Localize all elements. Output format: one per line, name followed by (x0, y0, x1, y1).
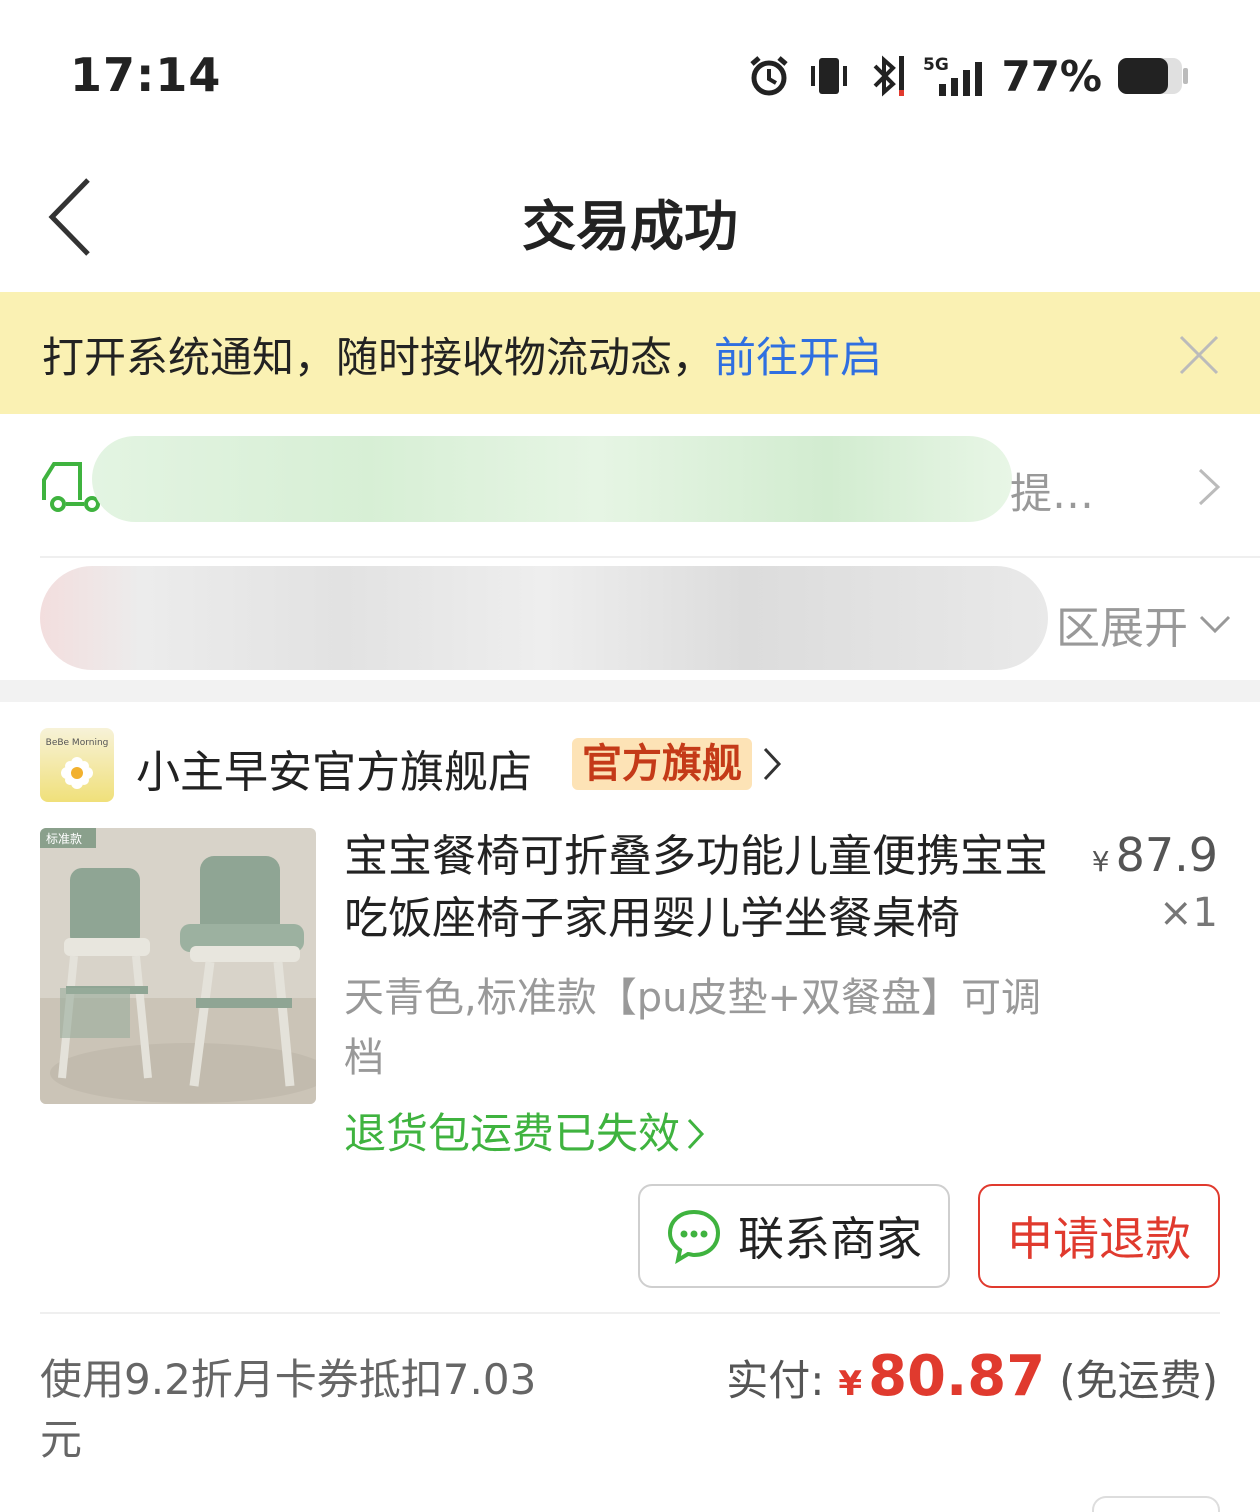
close-icon[interactable] (1178, 334, 1220, 376)
chevron-right-icon (1198, 468, 1221, 506)
paid-total: 实付: ¥80.87 (免运费) (726, 1344, 1218, 1409)
vibrate-icon (811, 58, 848, 94)
chevron-down-icon (1199, 615, 1231, 634)
status-bar: 17:14 5G 77% (0, 0, 1260, 150)
price-symbol: ¥ (1091, 845, 1110, 878)
section-gap (0, 680, 1260, 702)
return-note-text: 退货包运费已失效 (344, 1109, 681, 1158)
product-title[interactable]: 宝宝餐椅可折叠多功能儿童便携宝宝吃饭座椅子家用婴儿学坐餐桌椅 (344, 826, 1054, 950)
paid-amount: ¥80.87 (838, 1344, 1045, 1409)
notification-banner: 打开系统通知，随时接收物流动态，前往开启 (0, 292, 1260, 414)
chevron-right-icon (687, 1118, 705, 1150)
contact-seller-label: 联系商家 (738, 1212, 922, 1266)
notice-text: 打开系统通知，随时接收物流动态，前往开启 (42, 324, 882, 385)
request-refund-button[interactable]: 申请退款 (978, 1184, 1220, 1288)
product-price: ¥87.9 (1092, 828, 1218, 882)
store-logo[interactable]: BeBe Morning (40, 728, 114, 802)
signal-5g-icon: 5G (923, 55, 983, 96)
contact-seller-button[interactable]: 联系商家 (638, 1184, 950, 1288)
discount-text: 使用9.2折月卡券抵扣7.03元 (40, 1355, 537, 1464)
notice-message: 打开系统通知，随时接收物流动态， (42, 333, 715, 382)
alarm-icon (750, 56, 789, 96)
status-icons: 5G 77% (747, 50, 1190, 102)
product-sku: 天青色,标准款【pu皮垫+双餐盘】可调档 (344, 975, 1041, 1081)
product-quantity: ×1 (1159, 890, 1218, 936)
battery-percent: 77% (1001, 51, 1102, 101)
svg-text:5G: 5G (923, 55, 949, 75)
request-refund-label: 申请退款 (1007, 1212, 1191, 1266)
chevron-right-icon[interactable] (762, 746, 782, 782)
address-expand[interactable]: 区展开 (1056, 592, 1232, 656)
divider (40, 1312, 1220, 1314)
address-expand-label: 区展开 (1056, 603, 1188, 654)
status-time: 17:14 (70, 48, 222, 102)
page-title: 交易成功 (522, 195, 738, 258)
logistics-tail-text: 提… (1010, 469, 1095, 518)
chat-icon (667, 1209, 721, 1264)
enable-notifications-link[interactable]: 前往开启 (714, 333, 882, 382)
battery-icon (1118, 58, 1188, 94)
order-card: BeBe Morning 小主早安官方旗舰店 官方旗舰 标准款 宝宝餐椅可折叠多… (0, 702, 1260, 1512)
paid-amount-value: 80.87 (868, 1344, 1046, 1409)
paid-label: 实付: (726, 1356, 825, 1405)
partial-button[interactable] (1092, 1496, 1220, 1512)
redacted-address-info (40, 566, 1048, 670)
store-logo-text: BeBe Morning (45, 738, 109, 748)
paid-symbol: ¥ (838, 1364, 863, 1404)
product-image[interactable]: 标准款 (40, 828, 316, 1104)
address-row: 区展开 (0, 558, 1260, 680)
bluetooth-icon (874, 55, 905, 97)
official-store-badge: 官方旗舰 (572, 738, 752, 790)
nav-bar: 交易成功 (0, 150, 1260, 292)
flower-icon (61, 757, 93, 789)
price-value: 87.9 (1115, 828, 1218, 882)
product-image-tag: 标准款 (46, 832, 82, 846)
redacted-logistics-info (92, 436, 1012, 522)
logistics-row[interactable]: 提… (0, 414, 1260, 556)
return-shipping-note[interactable]: 退货包运费已失效 (344, 1100, 706, 1161)
store-name[interactable]: 小主早安官方旗舰店 (136, 736, 532, 800)
freight-note: (免运费) (1059, 1356, 1218, 1405)
